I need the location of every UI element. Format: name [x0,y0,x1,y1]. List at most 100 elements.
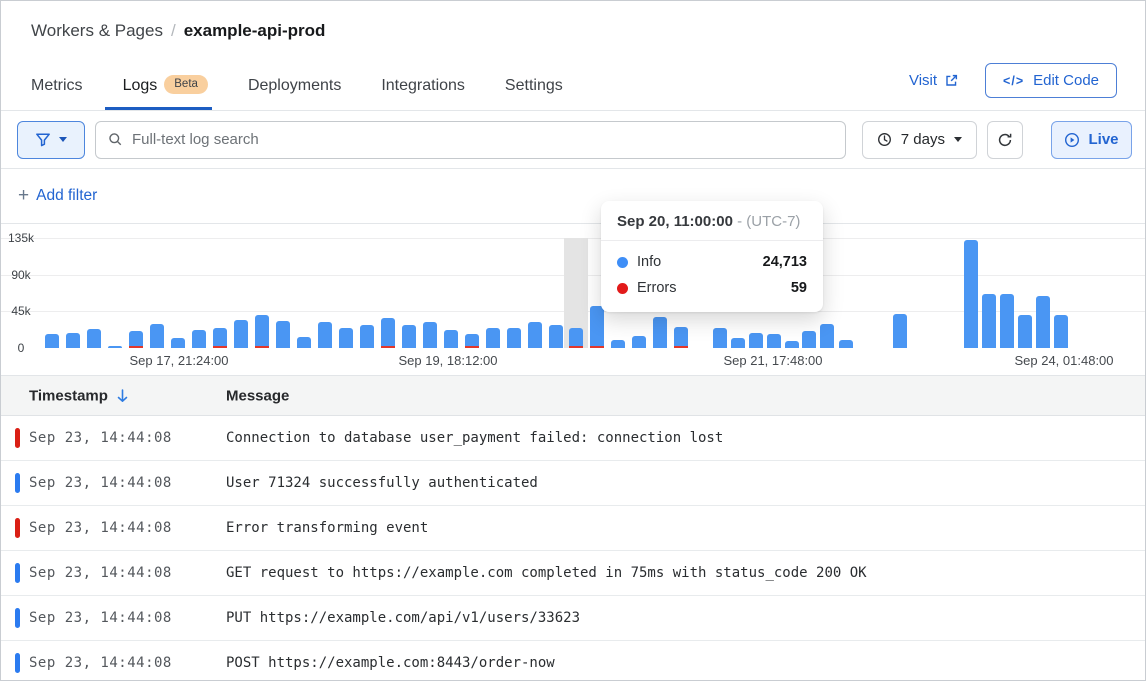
chart-bar[interactable] [318,322,332,348]
log-row[interactable]: Sep 23, 14:44:08GET request to https://e… [1,551,1145,596]
search-input[interactable] [132,131,833,148]
chart-bar[interactable] [820,324,834,348]
log-table: Timestamp Message Sep 23, 14:44:08Connec… [1,375,1145,681]
log-row[interactable]: Sep 23, 14:44:08POST https://example.com… [1,641,1145,681]
tooltip-errors-value: 59 [791,280,807,296]
log-timestamp: Sep 23, 14:44:08 [29,430,172,446]
chart-bar[interactable] [611,340,625,348]
chart-bar[interactable] [1018,315,1032,348]
live-label: Live [1088,131,1118,148]
info-severity-indicator [15,653,20,673]
visit-link[interactable]: Visit [909,72,959,89]
log-toolbar: 7 days Live [1,111,1145,169]
chart-bar[interactable] [749,333,763,348]
chart-bar[interactable] [785,341,799,348]
log-timestamp: Sep 23, 14:44:08 [29,655,172,671]
chart-bar[interactable] [590,306,604,348]
chart-bar[interactable] [767,334,781,348]
chart-bar[interactable] [632,336,646,348]
edit-code-label: Edit Code [1033,72,1099,89]
chart-bar[interactable] [964,240,978,348]
chart-bar[interactable] [507,328,521,348]
edit-code-button[interactable]: </> Edit Code [985,63,1117,98]
chart-bar-errors-segment [590,346,604,348]
chart-bar-errors-segment [255,346,269,348]
chart-bar[interactable] [360,325,374,348]
visit-label: Visit [909,72,937,89]
chart-bar[interactable] [255,315,269,348]
chart-bar[interactable] [549,325,563,348]
chart-bar[interactable] [893,314,907,348]
chart-bar[interactable] [1000,294,1014,348]
chart-bar[interactable] [108,346,122,348]
chart-bar[interactable] [192,330,206,348]
x-axis-tick: Sep 19, 18:12:00 [398,353,497,368]
column-header-message: Message [226,387,289,404]
error-severity-indicator [15,518,20,538]
chart-bar[interactable] [339,328,353,348]
chart-bar[interactable] [1036,296,1050,348]
chart-bar[interactable] [423,322,437,348]
chart-bar[interactable] [653,317,667,348]
tooltip-body: Info 24,713 Errors 59 [601,241,823,312]
log-message: Error transforming event [226,520,428,536]
chart-bar[interactable] [297,337,311,348]
chart-bar[interactable] [674,327,688,348]
log-row[interactable]: Sep 23, 14:44:08PUT https://example.com/… [1,596,1145,641]
filter-funnel-icon [35,132,51,148]
chart-bar[interactable] [486,328,500,348]
table-body: Sep 23, 14:44:08Connection to database u… [1,416,1145,681]
chart-bar[interactable] [839,340,853,348]
tooltip-errors-label: Errors [637,280,676,296]
tooltip-errors-row: Errors 59 [617,275,807,301]
filter-dropdown-button[interactable] [17,121,85,159]
log-search-box[interactable] [95,121,846,159]
tooltip-info-row: Info 24,713 [617,249,807,275]
chart-bar-errors-segment [381,346,395,348]
header-actions: Visit </> Edit Code [909,63,1117,110]
chart-bar[interactable] [381,318,395,348]
chart-bar[interactable] [444,330,458,348]
tab-settings[interactable]: Settings [505,76,563,110]
time-range-label: 7 days [901,131,945,148]
log-timestamp: Sep 23, 14:44:08 [29,520,172,536]
chart-bar[interactable] [213,328,227,348]
breadcrumb-separator: / [171,21,176,41]
chart-bar[interactable] [1054,315,1068,348]
chart-bar[interactable] [802,331,816,348]
breadcrumb-section[interactable]: Workers & Pages [31,21,163,41]
tab-deployments[interactable]: Deployments [248,76,341,110]
log-row[interactable]: Sep 23, 14:44:08User 71324 successfully … [1,461,1145,506]
refresh-icon [997,132,1013,148]
chart-bar[interactable] [528,322,542,348]
tab-metrics[interactable]: Metrics [31,76,83,110]
chart-bar-errors-segment [569,346,583,348]
chart-bar[interactable] [402,325,416,348]
chart-bar[interactable] [569,328,583,348]
column-header-timestamp[interactable]: Timestamp [29,387,129,404]
chart-bar[interactable] [465,334,479,348]
live-button[interactable]: Live [1051,121,1132,159]
log-row[interactable]: Sep 23, 14:44:08 Error transforming event [1,506,1145,551]
log-row[interactable]: Sep 23, 14:44:08Connection to database u… [1,416,1145,461]
bars-layer [1,238,1145,348]
tab-integrations[interactable]: Integrations [381,76,465,110]
chart-bar[interactable] [66,333,80,348]
chart-bar-errors-segment [465,346,479,348]
chart-bar[interactable] [234,320,248,348]
time-range-button[interactable]: 7 days [862,121,977,159]
chart-bar[interactable] [713,328,727,348]
add-filter-link[interactable]: Add filter [36,187,97,205]
tab-logs[interactable]: Logs Beta [123,76,208,110]
chart-bar[interactable] [45,334,59,348]
table-header: Timestamp Message [1,376,1145,416]
chart-bar[interactable] [982,294,996,348]
log-timestamp: Sep 23, 14:44:08 [29,610,172,626]
chart-bar[interactable] [276,321,290,348]
chart-bar[interactable] [171,338,185,348]
chart-bar[interactable] [87,329,101,348]
refresh-button[interactable] [987,121,1023,159]
chart-bar[interactable] [731,338,745,348]
chart-bar[interactable] [150,324,164,348]
chart-bar[interactable] [129,331,143,348]
